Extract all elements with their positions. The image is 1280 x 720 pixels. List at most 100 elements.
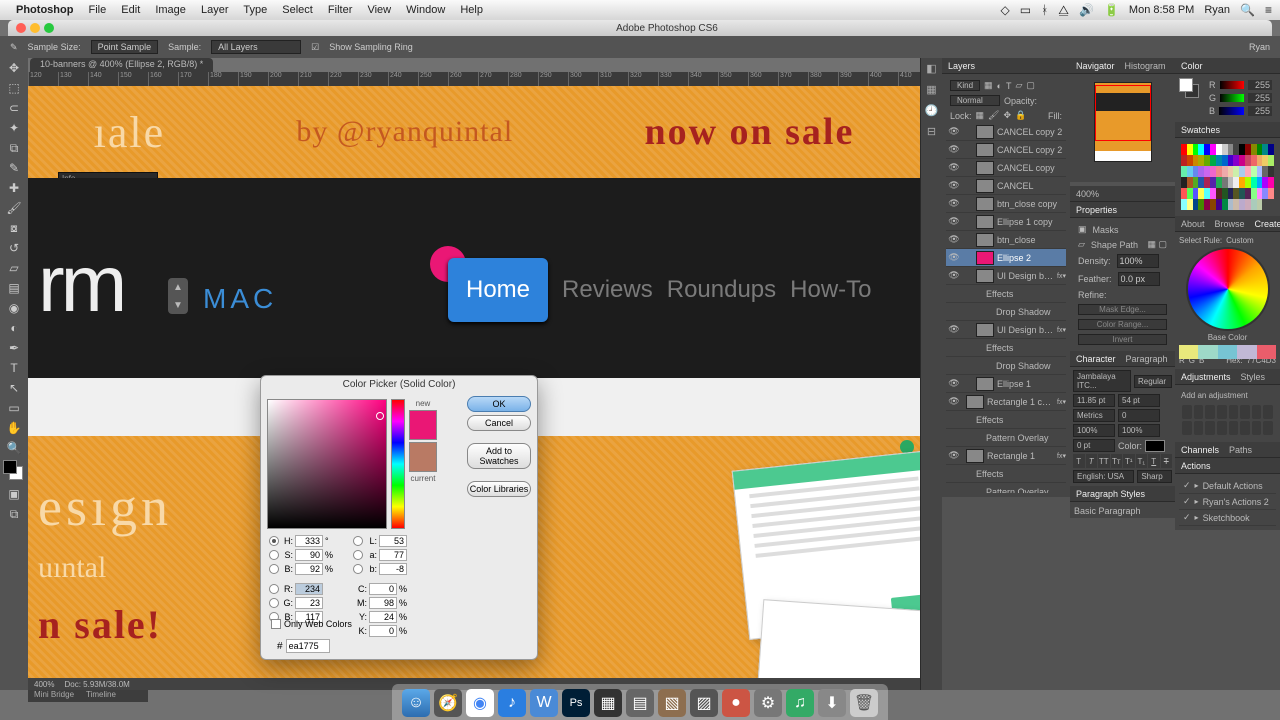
font-size[interactable]: 11.85 pt [1073,394,1115,407]
tab-timeline[interactable]: Timeline [80,690,122,702]
strip-icon-3[interactable]: 🕘 [925,104,939,117]
add-swatches-button[interactable]: Add to Swatches [467,443,531,469]
action-item-1[interactable]: ✓▸Ryan's Actions 2 [1179,494,1276,510]
swatches-tab[interactable]: Swatches [1181,125,1220,135]
kuler-wheel[interactable] [1186,247,1270,331]
histogram-tab[interactable]: Histogram [1125,61,1166,71]
app-icon-2[interactable]: ▤ [626,689,654,717]
menu-filter[interactable]: Filter [328,4,352,16]
ok-button[interactable]: OK [467,396,531,412]
layer-row[interactable]: 👁UI Design bundle by @ryan...fx▾ [946,267,1066,285]
h-input[interactable] [295,535,323,547]
filter-smart-icon[interactable]: ▢ [1026,80,1035,91]
caps-btn[interactable]: TT [1098,454,1110,468]
layer-row[interactable]: Drop Shadow [946,303,1066,321]
layer-row[interactable]: Effects [946,339,1066,357]
nav-zoom-value[interactable]: 400% [1076,189,1099,199]
notification-icon[interactable]: ≡ [1265,3,1272,17]
document-tab[interactable]: 10-banners @ 400% (Ellipse 2, RGB/8) * [30,58,213,72]
menu-edit[interactable]: Edit [121,4,140,16]
adjustment-icon[interactable] [1182,405,1192,419]
paths-tab[interactable]: Paths [1229,445,1252,455]
swatch-grid[interactable] [1179,142,1276,212]
minimize-window-button[interactable] [30,23,40,33]
adjustment-icon[interactable] [1205,405,1215,419]
swatch[interactable] [1268,166,1274,177]
g-val[interactable]: 255 [1248,93,1272,103]
downloads-icon[interactable]: ⬇ [818,689,846,717]
action-item-2[interactable]: ✓▸Sketchbook [1179,510,1276,526]
layer-row[interactable]: Effects [946,285,1066,303]
marquee-tool[interactable]: ⬚ [0,78,28,98]
s-input[interactable] [295,549,323,561]
adjustment-icon[interactable] [1194,405,1204,419]
move-tool[interactable]: ✥ [0,58,28,78]
m-input[interactable] [369,597,397,609]
pstyles-item[interactable]: Basic Paragraph [1070,502,1175,518]
dodge-tool[interactable]: ◐ [0,318,28,338]
layer-row[interactable]: Pattern Overlay [946,483,1066,493]
app-icon-1[interactable]: ▦ [594,689,622,717]
wand-tool[interactable]: ✦ [0,118,28,138]
a-input[interactable] [379,549,407,561]
italic-btn[interactable]: T [1086,454,1098,468]
super-btn[interactable]: T¹ [1123,454,1135,468]
strike-btn[interactable]: T [1161,454,1173,468]
lasso-tool[interactable]: ⊂ [0,98,28,118]
b-slider[interactable] [1219,107,1244,115]
layer-row[interactable]: 👁CANCEL copy [946,159,1066,177]
bold-btn[interactable]: T [1073,454,1085,468]
navigator-tab[interactable]: Navigator [1076,61,1115,71]
lock-trans-icon[interactable]: ▦ [976,110,985,121]
app-icon-5[interactable]: ● [722,689,750,717]
menu-window[interactable]: Window [406,4,445,16]
underline-btn[interactable]: T [1148,454,1160,468]
adjustment-icon[interactable] [1217,405,1227,419]
adjustment-icon[interactable] [1182,421,1192,435]
l-input[interactable] [379,535,407,547]
l-radio[interactable] [353,536,363,546]
lab-b-input[interactable] [379,563,407,575]
swatch[interactable] [1268,144,1274,155]
layer-row[interactable]: Effects [946,465,1066,483]
volume-icon[interactable]: 🔊 [1079,3,1094,17]
zoom-window-button[interactable] [44,23,54,33]
kerning[interactable]: Metrics [1073,409,1115,422]
app-name[interactable]: Photoshop [16,4,73,16]
char-aa[interactable]: Sharp [1137,470,1172,483]
tracking[interactable]: 0 [1118,409,1160,422]
filter-pixel-icon[interactable]: ▦ [984,80,993,91]
crop-tool[interactable]: ⧉ [0,138,28,158]
zoom-value[interactable]: 400% [34,680,54,689]
screenmode-tool[interactable]: ⧉ [0,504,28,524]
char-color[interactable] [1145,440,1165,452]
s-radio[interactable] [269,550,279,560]
layer-row[interactable]: 👁CANCEL copy 2 [946,141,1066,159]
menu-view[interactable]: View [367,4,391,16]
lab-b-radio[interactable] [353,564,363,574]
navigator-panel[interactable] [1070,74,1175,182]
mask-edge-button[interactable]: Mask Edge... [1078,304,1167,315]
font-style[interactable]: Regular [1134,375,1172,388]
action-item-0[interactable]: ✓▸Default Actions [1179,478,1276,494]
hand-tool[interactable]: ✋ [0,418,28,438]
swatch[interactable] [1257,199,1263,210]
adjustment-icon[interactable] [1240,421,1250,435]
finder-icon[interactable]: ☺ [402,689,430,717]
g-input[interactable] [295,597,323,609]
only-web-checkbox[interactable] [271,619,281,629]
displays-icon[interactable]: ▭ [1020,3,1031,17]
hscale[interactable]: 100% [1118,424,1160,437]
adjustment-icon[interactable] [1263,405,1273,419]
paragraph-tab[interactable]: Paragraph [1126,354,1168,364]
cancel-button[interactable]: Cancel [467,415,531,431]
spotlight-icon[interactable]: 🔍 [1240,3,1255,17]
g-radio[interactable] [269,598,279,608]
layers-kind[interactable]: Kind [950,80,980,91]
clock[interactable]: Mon 8:58 PM [1129,4,1194,16]
show-ring-checkbox[interactable]: ☑ [311,42,319,53]
r-val[interactable]: 255 [1248,80,1272,90]
layer-row[interactable]: 👁btn_close copy [946,195,1066,213]
adjustment-icon[interactable] [1205,421,1215,435]
menu-layer[interactable]: Layer [201,4,229,16]
